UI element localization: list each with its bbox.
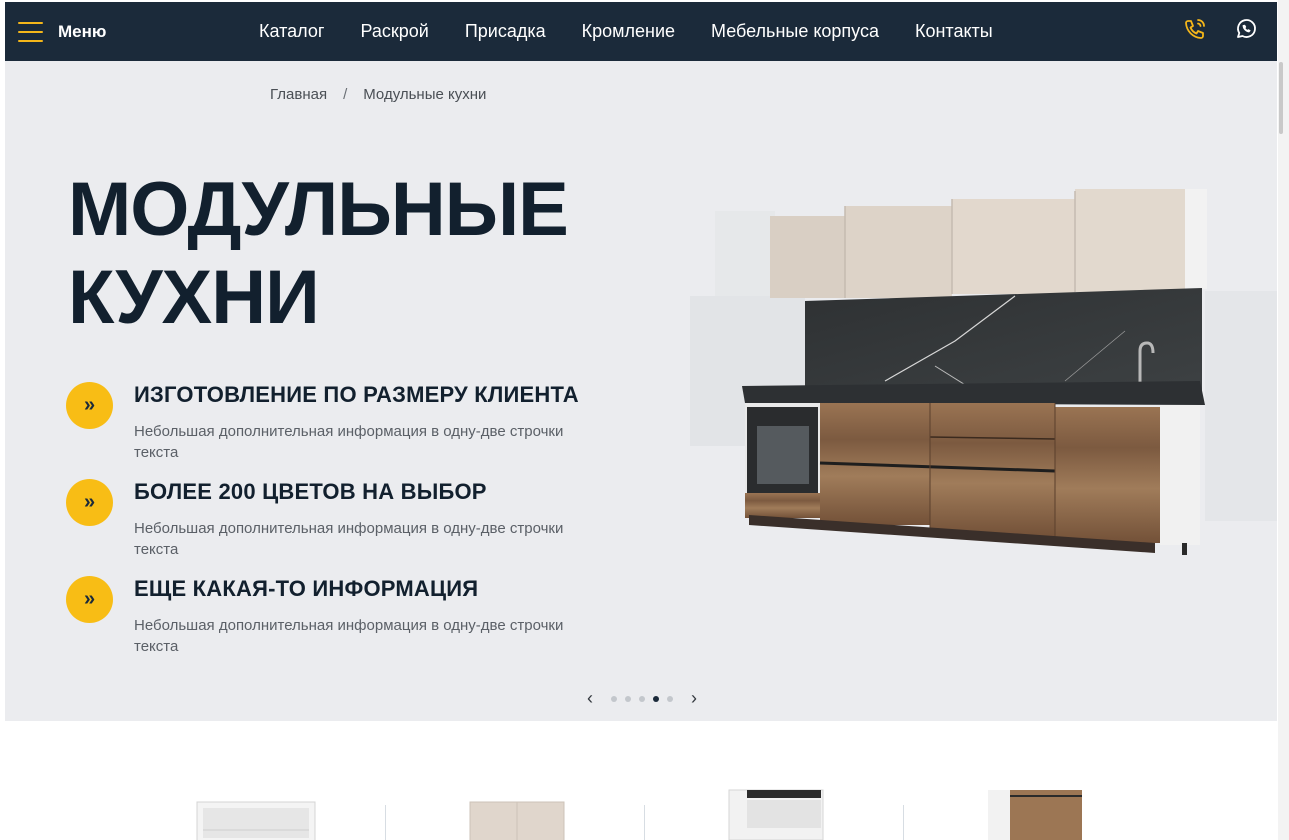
product-row bbox=[0, 760, 1280, 840]
nav-link-drilling[interactable]: Присадка bbox=[465, 21, 546, 42]
slider-prev-button[interactable]: ‹ bbox=[583, 688, 597, 709]
hero-banner: Главная / Модульные кухни МОДУЛЬНЫЕ КУХН… bbox=[5, 61, 1277, 721]
slider-dot-active[interactable] bbox=[653, 695, 659, 702]
breadcrumb: Главная / Модульные кухни bbox=[270, 86, 486, 103]
slider-next-button[interactable]: › bbox=[687, 688, 701, 709]
feature-title: ИЗГОТОВЛЕНИЕ ПО РАЗМЕРУ КЛИЕНТА bbox=[134, 382, 579, 407]
nav-link-cutting[interactable]: Раскрой bbox=[360, 21, 428, 42]
divider bbox=[903, 805, 904, 840]
product-image-beige-cabinet[interactable] bbox=[468, 760, 566, 840]
slider-dots bbox=[607, 695, 677, 702]
menu-label: Меню bbox=[58, 21, 107, 41]
slider-dot[interactable] bbox=[639, 695, 645, 702]
breadcrumb-current: Модульные кухни bbox=[363, 86, 487, 103]
kitchen-image bbox=[690, 189, 1277, 555]
nav-links: Каталог Раскрой Присадка Кромление Мебел… bbox=[259, 2, 1029, 61]
feature-title: БОЛЕЕ 200 ЦВЕТОВ НА ВЫБОР bbox=[134, 479, 487, 504]
product-image-wood-cabinet[interactable] bbox=[986, 760, 1084, 840]
nav-link-furniture-cases[interactable]: Мебельные корпуса bbox=[711, 21, 879, 42]
scrollbar-thumb[interactable] bbox=[1279, 62, 1283, 134]
hamburger-icon bbox=[18, 21, 43, 42]
divider bbox=[385, 805, 386, 840]
page-title-line2: КУХНИ bbox=[68, 255, 320, 340]
top-navigation: Меню Каталог Раскрой Присадка Кромление … bbox=[5, 2, 1277, 61]
double-chevron-icon: » bbox=[66, 479, 113, 526]
slider-dot[interactable] bbox=[611, 695, 617, 702]
product-image-open-shelf-cabinet[interactable] bbox=[195, 760, 317, 840]
phone-icon[interactable] bbox=[1182, 16, 1208, 42]
divider bbox=[644, 805, 645, 840]
whatsapp-icon[interactable] bbox=[1233, 16, 1259, 42]
nav-link-contacts[interactable]: Контакты bbox=[915, 21, 993, 42]
nav-link-catalog[interactable]: Каталог bbox=[259, 21, 324, 42]
page-title-line1: МОДУЛЬНЫЕ bbox=[68, 167, 569, 252]
menu-button[interactable]: Меню bbox=[18, 2, 106, 61]
slider-dot[interactable] bbox=[625, 695, 631, 702]
feature-title: ЕЩЕ КАКАЯ-ТО ИНФОРМАЦИЯ bbox=[134, 576, 479, 601]
breadcrumb-home[interactable]: Главная bbox=[270, 86, 327, 103]
product-image-oven-cabinet[interactable] bbox=[727, 760, 825, 840]
double-chevron-icon: » bbox=[66, 382, 113, 429]
breadcrumb-separator: / bbox=[343, 86, 348, 103]
feature-description: Небольшая дополнительная информация в од… bbox=[134, 520, 564, 558]
double-chevron-icon: » bbox=[66, 576, 113, 623]
slider-controls: ‹ › bbox=[583, 688, 701, 709]
nav-link-edging[interactable]: Кромление bbox=[582, 21, 675, 42]
feature-description: Небольшая дополнительная информация в од… bbox=[134, 423, 564, 461]
page-title: МОДУЛЬНЫЕ КУХНИ bbox=[68, 166, 628, 342]
feature-description: Небольшая дополнительная информация в од… bbox=[134, 617, 564, 655]
slider-dot[interactable] bbox=[667, 695, 673, 702]
page-scrollbar[interactable] bbox=[1278, 0, 1289, 840]
